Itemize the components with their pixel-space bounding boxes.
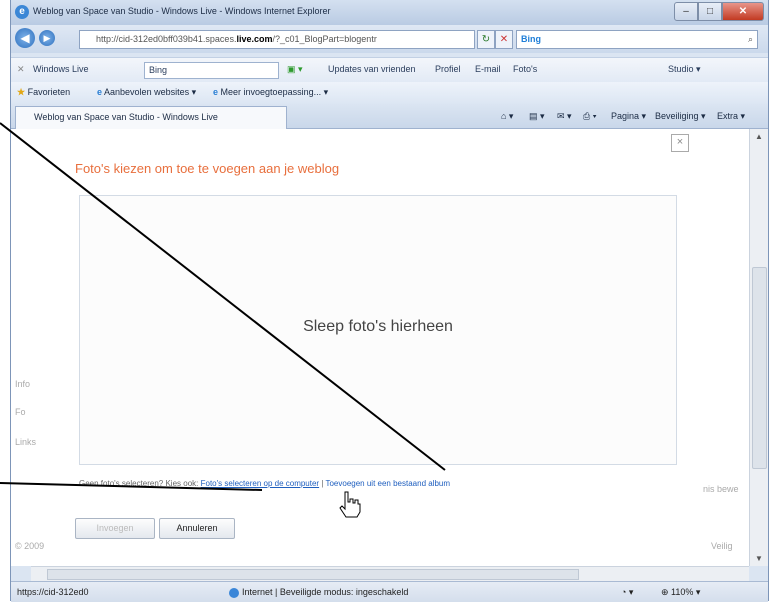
star-icon: ★: [17, 87, 26, 97]
zoom-level[interactable]: ⊕ 110% ▾: [661, 587, 700, 598]
link-photos[interactable]: Foto's: [513, 64, 537, 74]
address-input[interactable]: http://cid-312ed0bff039b41.spaces.live.c…: [79, 30, 475, 49]
title-bar: e Weblog van Space van Studio - Windows …: [11, 0, 768, 25]
hand-cursor-icon: [339, 491, 361, 518]
insert-button[interactable]: Invoegen: [75, 518, 155, 539]
window-title: Weblog van Space van Studio - Windows Li…: [33, 6, 331, 16]
page-menu[interactable]: Pagina ▾: [611, 111, 646, 122]
horizontal-scroll-thumb[interactable]: [47, 569, 579, 580]
bg-text-info: Info: [15, 379, 31, 389]
scroll-down-icon[interactable]: ▼: [750, 554, 768, 563]
bg-text-right2: Veilig: [711, 541, 733, 551]
live-search-value: Bing: [149, 65, 168, 75]
feeds-icon[interactable]: ▤ ▾: [529, 111, 545, 122]
globe-icon: [229, 587, 239, 598]
status-bar: https://cid-312ed0 Internet | Beveiligde…: [11, 581, 768, 602]
tab-label: Weblog van Space van Studio - Windows Li…: [34, 112, 218, 122]
status-url: https://cid-312ed0: [17, 587, 89, 597]
minimize-button[interactable]: –: [674, 2, 698, 21]
ie-favicon-icon: e: [97, 87, 103, 97]
bg-text-copyright: © 2009: [15, 541, 45, 551]
vertical-scroll-thumb[interactable]: [752, 267, 767, 469]
stop-icon[interactable]: ✕: [495, 30, 513, 49]
close-window-button[interactable]: ✕: [722, 2, 764, 21]
link-email[interactable]: E-mail: [475, 64, 501, 74]
photo-drop-zone[interactable]: Sleep foto's hierheen: [79, 195, 677, 465]
print-icon[interactable]: ⎙ ▾: [583, 111, 596, 122]
mail-icon[interactable]: ✉ ▾: [557, 111, 572, 122]
close-toolbar-icon[interactable]: ✕: [17, 64, 25, 75]
dialog-title: Foto's kiezen om toe te voegen aan je we…: [75, 161, 340, 176]
select-from-computer-link[interactable]: Foto's selecteren op de computer: [201, 479, 319, 488]
drop-zone-text: Sleep foto's hierheen: [303, 318, 453, 335]
link-updates[interactable]: Updates van vrienden: [328, 64, 416, 74]
window-controls: – □ ✕: [674, 2, 764, 21]
tab-weblog[interactable]: Weblog van Space van Studio - Windows Li…: [15, 106, 287, 129]
add-from-album-link[interactable]: Toevoegen uit een bestaand album: [325, 479, 450, 488]
address-row: ◀ ▶ http://cid-312ed0bff039b41.spaces.li…: [11, 25, 768, 53]
maximize-button[interactable]: □: [698, 2, 722, 21]
forward-button[interactable]: ▶: [39, 30, 55, 46]
page-content: Info Fo Links © 2009 nis bewe Veilig × F…: [11, 129, 749, 566]
live-search-input[interactable]: Bing: [144, 62, 279, 79]
url-domain: live.com: [236, 34, 273, 44]
link-profile[interactable]: Profiel: [435, 64, 461, 74]
hint-prefix: Geen foto's selecteren? Kies ook:: [79, 479, 199, 488]
windows-live-brand[interactable]: Windows Live: [33, 64, 89, 74]
tools-menu[interactable]: Extra ▾: [717, 111, 745, 122]
web-slice-gallery[interactable]: e Meer invoegtoepassing... ▾: [213, 87, 328, 98]
back-button[interactable]: ◀: [15, 28, 35, 48]
suggested-sites[interactable]: e Aanbevolen websites ▾: [97, 87, 196, 98]
bing-label: Bing: [521, 34, 541, 44]
horizontal-scrollbar[interactable]: [31, 566, 749, 581]
tab-row: Weblog van Space van Studio - Windows Li…: [11, 104, 768, 129]
search-icon[interactable]: ⌕: [748, 31, 753, 48]
security-zone[interactable]: Internet | Beveiligde modus: ingeschakel…: [229, 587, 408, 598]
web-slice-icon: e: [213, 87, 219, 97]
refresh-icon[interactable]: ↻: [477, 30, 495, 49]
vertical-scrollbar[interactable]: ▲ ▼: [749, 129, 768, 566]
bg-text-right1: nis bewe: [703, 484, 739, 494]
browser-window: e Weblog van Space van Studio - Windows …: [10, 0, 769, 602]
favorites-bar: ★ Favorieten e Aanbevolen websites ▾ e M…: [11, 82, 768, 104]
live-search-button[interactable]: ▣ ▾: [287, 64, 303, 75]
ie-logo-icon: e: [15, 5, 29, 19]
windows-live-toolbar: ✕ Windows Live Bing ▣ ▾ Updates van vrie…: [11, 57, 768, 82]
search-input[interactable]: Bing ⌕: [516, 30, 758, 49]
url-suffix: /?_c01_BlogPart=blogentr: [272, 34, 377, 44]
favorites-button[interactable]: ★ Favorieten: [17, 87, 70, 98]
safety-menu[interactable]: Beveiliging ▾: [655, 111, 706, 122]
studio-menu[interactable]: Studio ▾: [668, 64, 701, 75]
protected-mode-icon[interactable]: ◔ ▾: [621, 587, 633, 598]
url-prefix: http://cid-312ed0bff039b41.spaces.: [96, 34, 237, 44]
bg-text-photos: Fo: [15, 407, 26, 417]
dialog-close-button[interactable]: ×: [671, 134, 689, 152]
cancel-button[interactable]: Annuleren: [159, 518, 235, 539]
bg-text-links: Links: [15, 437, 37, 447]
photo-source-hint: Geen foto's selecteren? Kies ook: Foto's…: [79, 479, 450, 488]
scroll-up-icon[interactable]: ▲: [750, 132, 768, 141]
home-icon[interactable]: ⌂ ▾: [501, 111, 513, 122]
